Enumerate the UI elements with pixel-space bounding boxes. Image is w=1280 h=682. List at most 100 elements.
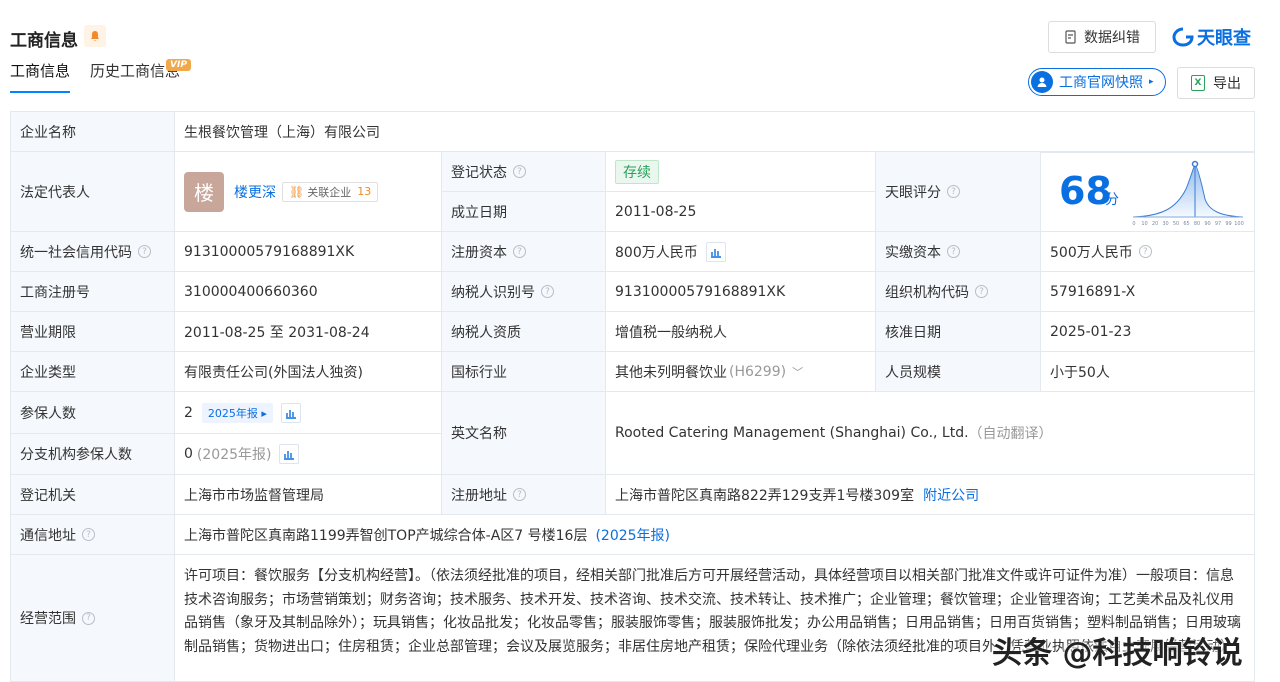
label-industry: 国标行业 — [441, 351, 606, 392]
label-term: 营业期限 — [10, 311, 175, 352]
value-approve-date: 2025-01-23 — [1040, 311, 1255, 352]
value-reg-no: 310000400660360 — [174, 271, 442, 312]
value-insured: 2 2025年报 ▸ — [174, 391, 442, 434]
insured-chart-button[interactable] — [280, 402, 301, 423]
snapshot-icon — [1031, 71, 1053, 93]
export-button[interactable]: X 导出 — [1177, 67, 1255, 99]
help-icon[interactable]: ? — [541, 285, 554, 298]
value-taxpayer-id: 91310000579168891XK — [605, 271, 876, 312]
label-taxpayer-id: 纳税人识别号? — [441, 271, 606, 312]
score-tick-label: 80 — [1194, 221, 1200, 227]
help-icon[interactable]: ? — [947, 185, 960, 198]
bar-chart-icon — [710, 248, 721, 258]
score-tick-label: 65 — [1183, 221, 1189, 227]
label-credit-code: 统一社会信用代码? — [10, 231, 175, 272]
help-icon[interactable]: ? — [82, 528, 95, 541]
caret-right-icon: ▸ — [1149, 77, 1154, 87]
label-scope: 经营范围? — [10, 554, 175, 682]
excel-icon: X — [1191, 75, 1205, 91]
avatar[interactable]: 楼 — [184, 171, 224, 212]
score-tick-label: 100 — [1234, 221, 1244, 227]
help-icon[interactable]: ? — [1138, 245, 1152, 258]
value-credit-code: 91310000579168891XK — [174, 231, 442, 272]
official-snapshot-button[interactable]: 工商官网快照 ▸ — [1028, 68, 1166, 96]
help-icon[interactable]: ? — [975, 285, 988, 298]
score-tick-label: 20 — [1152, 221, 1158, 227]
value-mail-addr: 上海市普陀区真南路1199弄智创TOP产城综合体-A区7 号楼16层 (2025年… — [174, 514, 1255, 555]
label-mail-addr: 通信地址? — [10, 514, 175, 555]
value-paid-capital: 500万人民币? — [1040, 231, 1255, 272]
vip-badge: VIP — [166, 59, 191, 71]
nearby-companies-link[interactable]: 附近公司 — [923, 485, 979, 505]
value-term: 2011-08-25 至 2031-08-24 — [174, 311, 442, 352]
score-tick-label: 97 — [1215, 221, 1221, 227]
value-authority: 上海市市场监督管理局 — [174, 474, 442, 515]
label-company-name: 企业名称 — [10, 111, 175, 152]
score-distribution-chart: 0 10 20 30 50 65 80 90 97 99 100 — [1132, 160, 1244, 227]
score-marker-dot — [1191, 160, 1199, 168]
snapshot-label: 工商官网快照 — [1059, 75, 1143, 91]
chevron-down-icon: ﹀ — [792, 365, 804, 379]
edit-doc-icon — [1065, 30, 1076, 44]
value-reg-capital: 800万人民币 — [605, 231, 876, 272]
value-type: 有限责任公司(外国法人独资) — [174, 351, 442, 392]
annual-report-tag[interactable]: 2025年报 ▸ — [201, 402, 273, 423]
label-en-name: 英文名称 — [441, 391, 606, 475]
label-reg-status: 登记状态? — [441, 151, 606, 192]
data-correction-label: 数据纠错 — [1084, 30, 1140, 46]
value-staff-size: 小于50人 — [1040, 351, 1255, 392]
help-icon[interactable]: ? — [513, 488, 526, 501]
help-icon[interactable]: ? — [513, 165, 526, 178]
associated-companies-tag[interactable]: ⛓ 关联企业 13 — [282, 181, 379, 202]
score-tick-label: 90 — [1204, 221, 1210, 227]
score-value: 68 — [1059, 169, 1112, 213]
logo-text: 天眼查 — [1197, 28, 1251, 49]
label-score: 天眼评分? — [875, 151, 1041, 232]
label-paid-capital: 实缴资本? — [875, 231, 1041, 272]
label-branch-insured: 分支机构参保人数 — [10, 433, 175, 475]
value-branch-insured: 0 (2025年报) — [174, 433, 442, 475]
score-tick-label: 30 — [1162, 221, 1168, 227]
bar-chart-icon — [284, 451, 295, 460]
label-reg-addr: 注册地址? — [441, 474, 606, 515]
help-icon[interactable]: ? — [82, 611, 95, 625]
tab-business-info[interactable]: 工商信息 — [10, 60, 71, 93]
value-en-name: Rooted Catering Management (Shanghai) Co… — [605, 391, 1255, 475]
tianyancha-logo: 天眼查 — [1172, 24, 1251, 50]
label-found-date: 成立日期 — [441, 191, 606, 232]
label-legal-rep: 法定代表人 — [10, 151, 175, 232]
score-tick-label: 99 — [1225, 221, 1231, 227]
label-insured: 参保人数 — [10, 391, 175, 434]
legal-rep-link[interactable]: 楼更深 — [234, 182, 276, 202]
label-staff-size: 人员规模 — [875, 351, 1041, 392]
score-tick-label: 50 — [1173, 221, 1179, 227]
value-tax-qual: 增值税一般纳税人 — [605, 311, 876, 352]
branch-chart-button[interactable] — [279, 444, 300, 464]
data-correction-button[interactable]: 数据纠错 — [1048, 21, 1156, 53]
header: 工商信息 工商信息 历史工商信息 VIP 数据纠错 天眼查 工商官网快照 ▸ X… — [0, 0, 1280, 110]
tianyan-score-widget[interactable]: 68 分 0 10 20 30 50 65 80 90 97 99 100 — [1040, 152, 1255, 232]
section-title: 工商信息 — [10, 31, 78, 51]
help-icon[interactable]: ? — [947, 245, 960, 258]
value-legal-rep: 楼 楼更深 ⛓ 关联企业 13 — [174, 151, 442, 232]
value-reg-status: 存续 — [605, 151, 876, 192]
value-industry[interactable]: 其他未列明餐饮业 (H6299) ﹀ — [605, 351, 876, 392]
bell-icon[interactable] — [84, 25, 106, 47]
link-icon: ⛓ — [289, 184, 305, 199]
value-company-name: 生根餐饮管理（上海）有限公司 — [174, 111, 1255, 152]
logo-eye-icon — [1172, 27, 1194, 47]
help-icon[interactable]: ? — [513, 245, 526, 258]
score-tick-label: 10 — [1141, 221, 1147, 227]
value-found-date: 2011-08-25 — [605, 191, 876, 232]
label-org-code: 组织机构代码? — [875, 271, 1041, 312]
tab-bar: 工商信息 历史工商信息 — [10, 60, 180, 93]
score-tick-label: 0 — [1132, 221, 1135, 227]
capital-chart-button[interactable] — [705, 241, 726, 262]
score-unit: 分 — [1105, 192, 1119, 208]
help-icon[interactable]: ? — [138, 245, 151, 258]
value-org-code: 57916891-X — [1040, 271, 1255, 312]
distribution-area — [1132, 164, 1244, 218]
export-label: 导出 — [1213, 76, 1241, 92]
mail-addr-report-link[interactable]: (2025年报) — [595, 525, 670, 545]
bar-chart-icon — [285, 409, 296, 419]
